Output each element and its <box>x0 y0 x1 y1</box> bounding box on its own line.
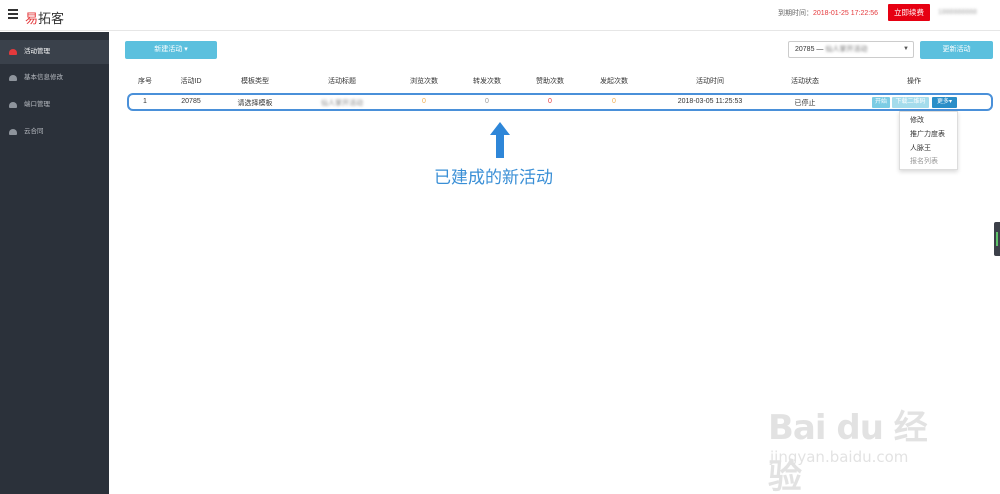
menu-item-edit[interactable]: 修改 <box>910 115 924 125</box>
sidebar-item-ports[interactable]: 端口管理 <box>0 93 109 117</box>
menu-item-connections-king[interactable]: 人脉王 <box>910 143 931 153</box>
update-activity-button[interactable]: 更新活动 <box>920 41 993 59</box>
watermark-logo: Bai du 经验 <box>768 408 928 494</box>
sidebar-item-label: 云合同 <box>24 128 44 135</box>
col-header-template: 模板类型 <box>241 78 269 85</box>
activity-select-name: 仙人掌开活动 <box>825 46 868 53</box>
gauge-icon <box>9 75 17 81</box>
cell-title: 仙人掌开活动 <box>321 100 363 107</box>
user-id[interactable]: 1888888888 <box>938 9 977 16</box>
new-activity-button[interactable]: 新建活动 ▾ <box>125 41 217 59</box>
chevron-down-icon: ▼ <box>903 46 909 52</box>
watermark-url: jingyan.baidu.com <box>770 448 909 466</box>
col-header-views: 浏览次数 <box>410 78 438 85</box>
arrow-up-icon <box>490 122 510 158</box>
sidebar-item-label: 活动管理 <box>24 48 50 55</box>
col-header-id: 活动ID <box>180 78 202 85</box>
start-button[interactable]: 开始 <box>872 97 890 108</box>
menu-icon[interactable] <box>8 9 18 19</box>
cell-views: 0 <box>422 98 426 105</box>
gauge-icon <box>9 129 17 135</box>
col-header-launches: 发起次数 <box>600 78 628 85</box>
activity-select[interactable]: 20785 — 仙人掌开活动 ▼ <box>788 41 914 58</box>
cell-shares: 0 <box>485 98 489 105</box>
expire-info: 到期时间：2018-01-25 17:22:56 <box>778 8 878 18</box>
more-button[interactable]: 更多▾ <box>932 97 957 108</box>
caret-down-icon: ▾ <box>949 99 953 105</box>
sidebar-item-label: 基本信息修改 <box>24 74 63 81</box>
col-header-shares: 转发次数 <box>473 78 501 85</box>
expire-label: 到期时间： <box>778 10 813 17</box>
col-header-time: 活动时间 <box>696 78 724 85</box>
cell-template: 请选择模板 <box>237 100 273 107</box>
download-qr-button[interactable]: 下载二维码 <box>892 97 929 108</box>
cell-id: 20785 <box>181 98 201 105</box>
col-header-title: 活动标题 <box>328 78 356 85</box>
side-panel-handle[interactable] <box>994 222 1000 256</box>
gauge-icon <box>9 102 17 108</box>
menu-item-promotion-table[interactable]: 推广力度表 <box>910 129 945 139</box>
sidebar: 活动管理 基本信息修改 端口管理 云合同 <box>0 32 109 494</box>
annotation-caption: 已建成的新活动 <box>434 168 553 188</box>
expire-date: 2018-01-25 17:22:56 <box>813 10 878 17</box>
gauge-icon <box>9 49 17 55</box>
more-dropdown-menu: 修改 推广力度表 人脉王 报名列表 <box>899 111 958 170</box>
renew-button[interactable]: 立即续费 <box>888 4 930 21</box>
col-header-sponsors: 赞助次数 <box>536 78 564 85</box>
col-header-status: 活动状态 <box>791 78 819 85</box>
cell-time: 2018-03-05 11:25:53 <box>677 98 743 105</box>
app-logo[interactable]: 易拓客 <box>25 8 64 27</box>
menu-item-signup-list[interactable]: 报名列表 <box>910 156 938 166</box>
caret-down-icon: ▾ <box>184 46 188 53</box>
sidebar-item-label: 端口管理 <box>24 101 50 108</box>
sidebar-item-activity-management[interactable]: 活动管理 <box>0 40 109 64</box>
watermark: Bai du 经验 jingyan.baidu.com <box>768 386 958 494</box>
cell-sponsors: 0 <box>548 98 552 105</box>
cell-index: 1 <box>143 98 147 105</box>
top-bar: 易拓客 到期时间：2018-01-25 17:22:56 立即续费 188888… <box>0 0 1000 31</box>
sidebar-item-basic-info[interactable]: 基本信息修改 <box>0 66 109 90</box>
col-header-actions: 操作 <box>907 78 921 85</box>
cell-launches: 0 <box>612 98 616 105</box>
sidebar-item-cloud-contract[interactable]: 云合同 <box>0 120 109 144</box>
cell-status: 已停止 <box>794 100 816 107</box>
col-header-index: 序号 <box>138 78 152 85</box>
activity-select-id: 20785 — <box>795 46 824 53</box>
